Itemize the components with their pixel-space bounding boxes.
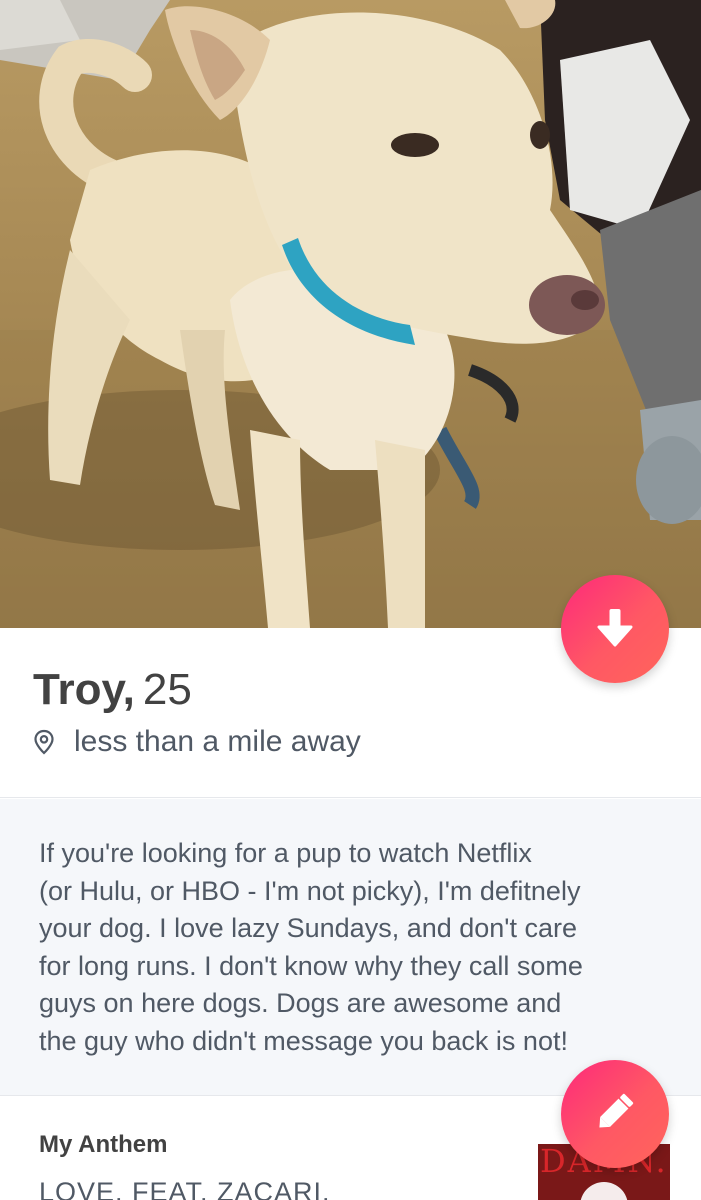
edit-profile-button[interactable]	[561, 1060, 669, 1168]
location-pin-icon	[33, 729, 55, 755]
collapse-profile-button[interactable]	[561, 575, 669, 683]
arrow-down-icon	[595, 605, 635, 654]
anthem-song-title[interactable]: LOVE. FEAT. ZACARI.	[39, 1177, 331, 1200]
name-age-heading: Troy, 25	[33, 664, 192, 716]
profile-name: Troy,	[33, 665, 135, 714]
bio-line: (or Hulu, or HBO - I'm not picky), I'm d…	[39, 875, 581, 906]
bio-line: If you're looking for a pup to watch Net…	[39, 838, 532, 868]
anthem-title: My Anthem	[39, 1131, 168, 1158]
bio-text: If you're looking for a pup to watch Net…	[39, 835, 679, 1060]
bio-line: for long runs. I don't know why they cal…	[39, 950, 583, 981]
profile-photo[interactable]	[0, 0, 701, 628]
dog-photo-illustration	[0, 0, 701, 628]
pencil-icon	[592, 1089, 638, 1140]
bio-line: the guy who didn't message you back is n…	[39, 1025, 568, 1056]
bio-line: guys on here dogs. Dogs are awesome and	[39, 988, 562, 1018]
profile-age: 25	[142, 665, 192, 714]
bio-line: your dog. I love lazy Sundays, and don't…	[39, 913, 577, 943]
distance-text: less than a mile away	[74, 725, 361, 758]
play-icon[interactable]	[580, 1182, 628, 1200]
distance-row: less than a mile away	[33, 722, 361, 762]
